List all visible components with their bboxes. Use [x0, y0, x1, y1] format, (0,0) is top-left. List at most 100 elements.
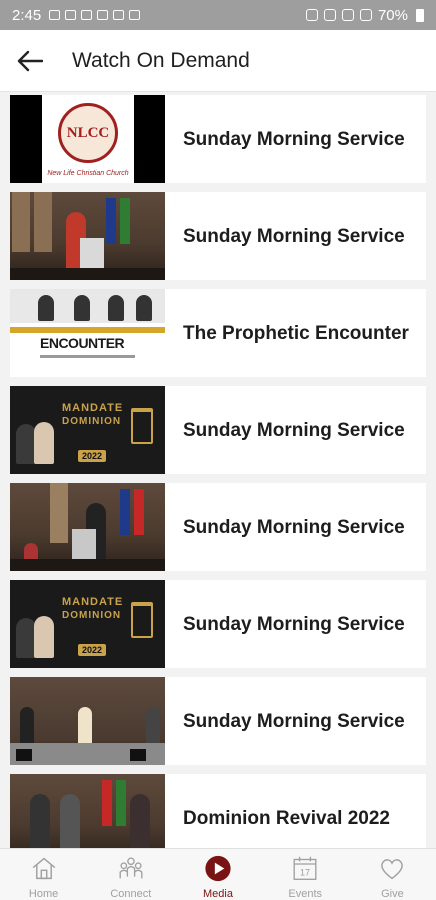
youtube-notification-icon	[129, 10, 141, 20]
flag	[120, 198, 130, 244]
tab-label: Give	[381, 888, 404, 900]
bottom-tab-bar: Home Connect Media 17 Events Give	[0, 848, 436, 900]
thumb-year: 2022	[78, 644, 107, 656]
media-item[interactable]: Sunday Morning Service	[10, 677, 426, 765]
flag	[134, 489, 144, 535]
pastor-figure	[34, 422, 54, 464]
stage-speaker	[130, 749, 146, 761]
media-item-title: Sunday Morning Service	[183, 128, 405, 150]
media-item[interactable]: Sunday Morning Service	[10, 192, 426, 280]
app-bar: Watch On Demand	[0, 30, 436, 92]
media-item-title: Sunday Morning Service	[183, 225, 405, 247]
back-button[interactable]	[0, 30, 60, 92]
thumb-mandate-text: MANDATE	[62, 596, 124, 608]
curtain	[34, 192, 52, 252]
person-figure	[30, 794, 50, 848]
gallery-notification-icon	[49, 10, 61, 20]
tab-label: Connect	[110, 888, 152, 900]
scales-icon	[131, 408, 153, 444]
pastor-figure	[16, 618, 36, 658]
media-item-title: Sunday Morning Service	[183, 710, 405, 732]
home-icon	[32, 857, 55, 880]
thumbnail-encounter-promo: ENCOUNTER	[10, 289, 165, 377]
flag	[102, 780, 112, 826]
thumbnail-sermon-video	[10, 483, 165, 571]
thumbnail-sermon-video	[10, 774, 165, 848]
tab-label: Home	[28, 888, 59, 900]
app-notification-icon	[113, 10, 125, 20]
calendar-day: 17	[300, 868, 310, 878]
status-bar: 2:45 70%	[0, 0, 436, 30]
media-item-title: Sunday Morning Service	[183, 419, 405, 441]
promo-fineprint	[40, 355, 135, 358]
media-item[interactable]: NLCC New Life Christian Church Sunday Mo…	[10, 95, 426, 183]
status-time: 2:45	[12, 6, 42, 24]
tab-media[interactable]: Media	[174, 849, 261, 900]
media-list[interactable]: NLCC New Life Christian Church Sunday Mo…	[0, 92, 436, 848]
media-item-title: Sunday Morning Service	[183, 613, 405, 635]
flag	[116, 780, 126, 826]
floor	[10, 268, 165, 280]
person-figure	[60, 794, 80, 848]
page-title: Watch On Demand	[72, 48, 250, 72]
tab-give[interactable]: Give	[349, 849, 436, 900]
people-icon	[119, 857, 143, 879]
stage-speaker	[16, 749, 32, 761]
flag	[106, 198, 116, 244]
alarm-icon	[305, 9, 318, 21]
tab-home[interactable]: Home	[0, 849, 87, 900]
thumbnail-nlcc-logo: NLCC New Life Christian Church	[10, 95, 165, 183]
play-icon	[205, 855, 231, 882]
logo-subtitle: New Life Christian Church	[47, 170, 129, 177]
back-arrow-icon	[17, 50, 43, 71]
pulpit	[72, 529, 96, 563]
curtain	[50, 483, 68, 543]
flag	[120, 489, 130, 535]
speaker-photo	[74, 295, 90, 321]
media-item[interactable]: Dominion Revival 2022	[10, 774, 426, 848]
tab-connect[interactable]: Connect	[87, 849, 174, 900]
curtain	[12, 192, 30, 252]
signal-icon	[359, 9, 372, 21]
pastor-figure	[34, 616, 54, 658]
media-item[interactable]: ENCOUNTER The Prophetic Encounter	[10, 289, 426, 377]
media-item[interactable]: Sunday Morning Service	[10, 483, 426, 571]
heart-icon	[381, 859, 404, 880]
media-item[interactable]: MANDATE DOMINION 2022 Sunday Morning Ser…	[10, 386, 426, 474]
person-figure	[130, 794, 150, 848]
battery-percent: 70%	[377, 6, 408, 24]
thumb-dominion-text: DOMINION	[62, 610, 122, 621]
bluetooth-icon	[323, 9, 336, 21]
system-icons: 70%	[305, 6, 424, 24]
thumb-year: 2022	[78, 450, 107, 462]
thumbnail-sermon-video	[10, 192, 165, 280]
thumb-mandate-text: MANDATE	[62, 402, 124, 414]
scales-icon	[131, 602, 153, 638]
tab-events[interactable]: 17 Events	[262, 849, 349, 900]
logo-card: NLCC New Life Christian Church	[42, 95, 134, 183]
mail-notification-icon	[65, 10, 77, 20]
floor	[10, 559, 165, 571]
tab-label: Events	[288, 888, 323, 900]
speaker-photo	[38, 295, 54, 321]
media-item-title: Sunday Morning Service	[183, 516, 405, 538]
thumbnail-sermon-video	[10, 677, 165, 765]
promo-title: ENCOUNTER	[40, 335, 125, 351]
church-logo: NLCC	[58, 103, 118, 163]
media-item[interactable]: MANDATE DOMINION 2022 Sunday Morning Ser…	[10, 580, 426, 668]
calendar-icon: 17	[293, 856, 317, 880]
pulpit	[80, 238, 104, 272]
media-item-title: Dominion Revival 2022	[183, 807, 390, 829]
thumb-dominion-text: DOMINION	[62, 416, 122, 427]
thumbnail-mandate-dominion: MANDATE DOMINION 2022	[10, 580, 165, 668]
media-item-title: The Prophetic Encounter	[183, 322, 409, 344]
promo-bar	[10, 327, 165, 333]
thumbnail-mandate-dominion: MANDATE DOMINION 2022	[10, 386, 165, 474]
wifi-icon	[341, 9, 354, 21]
pastor-figure	[16, 424, 36, 464]
app-notification-icon	[97, 10, 109, 20]
battery-icon	[416, 8, 424, 22]
tab-label: Media	[203, 888, 233, 900]
speaker-photo	[108, 295, 124, 321]
notification-icons	[49, 10, 141, 20]
